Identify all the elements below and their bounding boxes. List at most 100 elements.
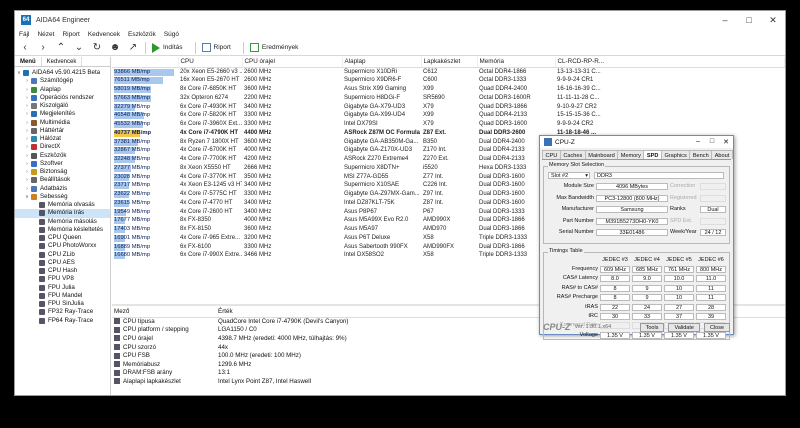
sidebar-item[interactable]: › Adatbázis (15, 185, 110, 193)
user-icon[interactable]: ☻ (109, 42, 121, 53)
sidebar-item[interactable]: › Eszközök (15, 152, 110, 160)
sidebar-item[interactable]: › DirectX (15, 143, 110, 151)
sidebar-item[interactable]: FPU Julia (15, 284, 110, 292)
chevron-right-icon[interactable]: › (23, 176, 31, 184)
validate-button[interactable]: Validate (668, 322, 700, 332)
sidebar-item[interactable]: ∨ AIDA64 v5.90.4215 Beta (15, 69, 110, 77)
sidebar-item[interactable]: CPU AES (15, 259, 110, 267)
menu-file[interactable]: Fájl (19, 31, 29, 38)
cpuz-minimize-button[interactable]: – (691, 138, 705, 146)
info-row[interactable]: CPU szorzó 44x (112, 343, 785, 352)
bench-header-chipset[interactable]: Lapkakészlet (421, 57, 478, 68)
menu-tools[interactable]: Eszközök (128, 31, 156, 38)
tab-menu[interactable]: Menü (15, 57, 42, 66)
sidebar-item[interactable]: › Számítógép (15, 77, 110, 85)
bench-header-timing[interactable]: CL-RCD-RP-R... (555, 57, 785, 68)
refresh-icon[interactable]: ↻ (91, 42, 103, 53)
close-button[interactable]: ✕ (761, 15, 785, 26)
table-row[interactable]: 76511 MB/mp 16x Xeon E5-2670 HT 2600 MHz Su… (112, 76, 785, 85)
sidebar-item[interactable]: FPU SinJulia (15, 300, 110, 308)
cpuz-tab-graphics[interactable]: Graphics (660, 150, 691, 159)
info-row[interactable]: CPU FSB 100.0 MHz (eredeti: 100 MHz) (112, 351, 785, 360)
info-row[interactable]: DRAM:FSB arány 13:1 (112, 369, 785, 378)
chevron-right-icon[interactable]: › (23, 135, 31, 143)
bench-header-clock[interactable]: CPU órajel (242, 57, 343, 68)
info-row[interactable]: Alaplapi lapkakészlet Intel Lynx Point Z8… (112, 377, 785, 386)
chevron-right-icon[interactable]: › (23, 102, 31, 110)
sidebar-item[interactable]: › Kiszolgáló (15, 102, 110, 110)
bench-header-cpu[interactable]: CPU (178, 57, 243, 68)
sidebar-item[interactable]: ∨ Sebesség (15, 193, 110, 201)
cpuz-tab-memory[interactable]: Memory (617, 150, 645, 159)
chevron-right-icon[interactable]: › (23, 185, 31, 193)
minimize-button[interactable]: – (713, 15, 737, 26)
tab-favorites[interactable]: Kedvencek (42, 57, 83, 66)
chart-icon[interactable]: ↗ (127, 42, 139, 53)
back-icon[interactable]: ‹ (19, 42, 31, 53)
chevron-right-icon[interactable]: › (23, 152, 31, 160)
chevron-right-icon[interactable]: › (23, 86, 31, 94)
menu-help[interactable]: Súgó (164, 31, 179, 38)
chevron-right-icon[interactable]: › (23, 110, 31, 118)
slot-select[interactable]: Slot #2 ▾ (548, 172, 590, 179)
sidebar-item[interactable]: › Biztonság (15, 168, 110, 176)
sidebar-item[interactable]: › Háttértár (15, 127, 110, 135)
sidebar-item[interactable]: › Beállítások (15, 176, 110, 184)
menu-favorites[interactable]: Kedvencek (88, 31, 120, 38)
sidebar-item[interactable]: FP64 Ray-Trace (15, 317, 110, 325)
sidebar-item[interactable]: Memória másolás (15, 218, 110, 226)
sidebar-item[interactable]: FP32 Ray-Trace (15, 308, 110, 316)
chevron-right-icon[interactable]: › (23, 160, 31, 168)
cpuz-tab-mainboard[interactable]: Mainboard (584, 150, 619, 159)
close-cpuz-button[interactable]: Close (703, 322, 730, 332)
sidebar-item[interactable]: CPU ZLib (15, 251, 110, 259)
sidebar-item[interactable]: FPU Mandel (15, 292, 110, 300)
chevron-right-icon[interactable]: ∨ (15, 69, 23, 77)
table-row[interactable]: 46548 MB/mp 6x Core i7-5820K HT 3300 MHz Gi… (112, 111, 785, 120)
sidebar-item[interactable]: Memória írás (15, 209, 110, 218)
menu-view[interactable]: Nézet (37, 31, 54, 38)
table-row[interactable]: 32279 MB/mp 6x Core i7-4930K HT 3400 MHz Gi… (112, 103, 785, 112)
sidebar-item[interactable]: › Szoftver (15, 160, 110, 168)
table-row[interactable]: 45532 MB/mp 6x Core i7-3960X Ext... 3300 M… (112, 120, 785, 129)
sidebar-item[interactable]: CPU Hash (15, 267, 110, 275)
cpuz-tab-spd[interactable]: SPD (643, 150, 662, 159)
sidebar-item[interactable]: Memória késleltetés (15, 226, 110, 234)
report-button[interactable]: Riport (201, 43, 231, 52)
chevron-down-icon[interactable]: ∨ (23, 193, 31, 201)
chevron-right-icon[interactable]: › (23, 127, 31, 135)
bench-header-memory[interactable]: Memória (477, 57, 556, 68)
sidebar-item[interactable]: CPU PhotoWorxx (15, 242, 110, 250)
up-icon[interactable]: ⌃ (55, 42, 67, 53)
chevron-right-icon[interactable]: › (23, 168, 31, 176)
results-button[interactable]: Eredmények (249, 43, 298, 52)
maximize-button[interactable]: □ (737, 15, 761, 26)
cpuz-close-button[interactable]: ✕ (719, 138, 733, 146)
cpuz-tab-bench[interactable]: Bench (689, 150, 713, 159)
chevron-right-icon[interactable]: › (23, 119, 31, 127)
chevron-right-icon[interactable]: › (23, 77, 31, 85)
bench-header-board[interactable]: Alaplap (342, 57, 422, 68)
sidebar-item[interactable]: FPU VP8 (15, 275, 110, 283)
table-row[interactable]: 58019 MB/mp 8x Core i7-6850K HT 3600 MHz As… (112, 85, 785, 94)
bench-header-result[interactable] (112, 57, 179, 68)
tools-button[interactable]: Tools (639, 322, 665, 332)
forward-icon[interactable]: › (37, 42, 49, 53)
sidebar-item[interactable]: › Operációs rendszer (15, 94, 110, 102)
sidebar-item[interactable]: CPU Queen (15, 234, 110, 242)
start-button[interactable]: Indítás (152, 42, 183, 53)
down-icon[interactable]: ⌄ (73, 42, 85, 53)
sidebar-item[interactable]: › Megjelenítés (15, 110, 110, 118)
chevron-right-icon[interactable]: › (23, 143, 31, 151)
table-row[interactable]: 57663 MB/mp 32x Opteron 6274 2200 MHz Super… (112, 94, 785, 103)
menu-report[interactable]: Riport (62, 31, 79, 38)
sidebar-item[interactable]: › Hálózat (15, 135, 110, 143)
sidebar-item[interactable]: › Multimédia (15, 119, 110, 127)
cpuz-tab-caches[interactable]: Caches (559, 150, 586, 159)
cpuz-tab-cpu[interactable]: CPU (542, 150, 561, 159)
sidebar-item[interactable]: Memória olvasás (15, 201, 110, 209)
table-row[interactable]: 93866 MB/mp 20x Xeon E5-2660 v3 ... 2600 M… (112, 67, 785, 76)
cpuz-maximize-button[interactable]: □ (705, 138, 719, 146)
info-header-field[interactable]: Mező (112, 307, 216, 318)
chevron-right-icon[interactable]: › (23, 94, 31, 102)
